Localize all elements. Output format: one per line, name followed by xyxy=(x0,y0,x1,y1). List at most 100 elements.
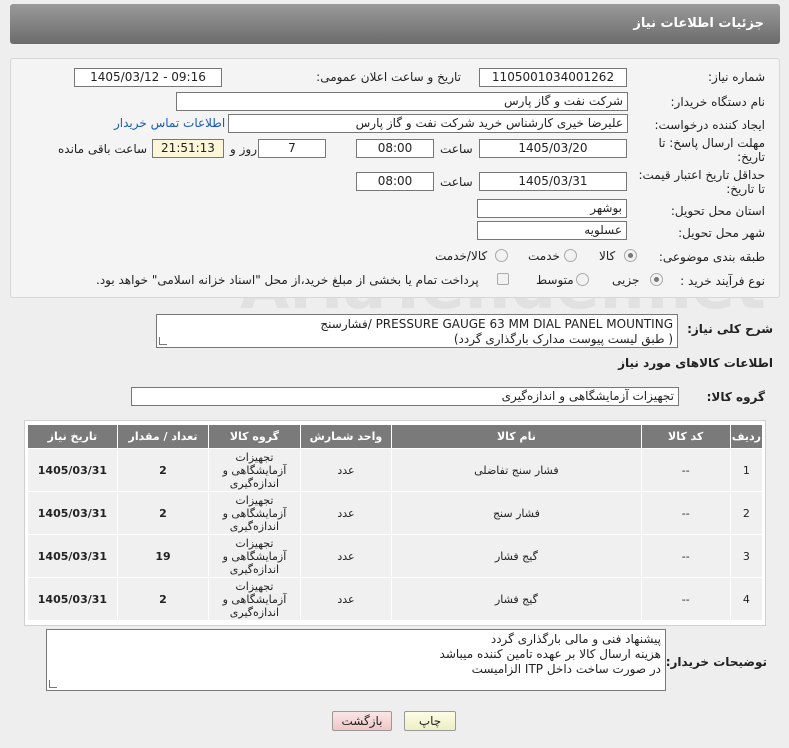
group-line: آزمایشگاهی و xyxy=(222,592,287,606)
cell-unit: عدد xyxy=(299,448,393,492)
summary-label: شرح کلی نیاز: xyxy=(687,322,773,336)
cell-date: 1405/03/31 xyxy=(27,448,118,492)
category-option-goods-service: کالا/خدمت xyxy=(435,249,488,263)
category-radio-service[interactable] xyxy=(564,249,577,262)
category-radio-goods[interactable] xyxy=(624,249,637,262)
group-line: اندازه‌گیری xyxy=(229,605,280,619)
summary-line-2: ( طبق لیست پیوست مدارک بارگذاری گردد) xyxy=(453,332,673,346)
remaining-time-field: 21:51:13 xyxy=(152,139,224,158)
group-line: آزمایشگاهی و xyxy=(222,549,287,563)
validity-label: حداقل تاریخ اعتبار قیمت: xyxy=(638,168,765,182)
cell-qty: 2 xyxy=(116,491,210,535)
province-field: بوشهر xyxy=(477,199,627,218)
category-option-service: خدمت xyxy=(528,249,560,263)
table-row: 1 -- فشار سنج تفاضلی عدد تجهیزات آزمایشگا… xyxy=(27,448,764,492)
summary-line-1: PRESSURE GAUGE 63 MM DIAL PANEL MOUNTING… xyxy=(320,317,673,331)
group-line: آزمایشگاهی و xyxy=(222,463,287,477)
table-header-row: ردیف کد کالا نام کالا واحد شمارش گروه کا… xyxy=(27,424,764,449)
col-header-date: تاریخ نیاز xyxy=(27,424,118,449)
city-label: شهر محل تحویل: xyxy=(678,226,765,240)
remaining-label: ساعت باقی مانده xyxy=(58,142,148,156)
cell-code: -- xyxy=(640,448,731,492)
table-row: 4 -- گیج فشار عدد تجهیزات آزمایشگاهی و اند… xyxy=(27,577,764,621)
cell-group: تجهیزات آزمایشگاهی و اندازه‌گیری xyxy=(208,491,301,535)
buyer-notes-line-2: هزینه ارسال کالا بر عهده تامین کننده میب… xyxy=(439,647,661,661)
group-line: اندازه‌گیری xyxy=(229,476,280,490)
cell-qty: 2 xyxy=(116,577,210,621)
print-button[interactable]: چاپ xyxy=(404,711,456,731)
purchase-option-minor: جزیی xyxy=(612,273,640,287)
cell-date: 1405/03/31 xyxy=(27,534,118,578)
buyer-notes-label: توضیحات خریدار: xyxy=(665,655,767,669)
goods-group-label: گروه کالا: xyxy=(706,390,765,404)
deadline-time-field: 08:00 xyxy=(356,139,434,158)
summary-textarea[interactable]: PRESSURE GAUGE 63 MM DIAL PANEL MOUNTING… xyxy=(156,314,678,348)
cell-name: فشار سنج تفاضلی xyxy=(391,448,642,492)
group-line: تجهیزات xyxy=(235,536,274,550)
resize-grip-icon[interactable] xyxy=(49,680,57,688)
cell-group: تجهیزات آزمایشگاهی و اندازه‌گیری xyxy=(208,577,301,621)
days-field: 7 xyxy=(258,139,326,158)
cell-date: 1405/03/31 xyxy=(27,577,118,621)
need-number-label: شماره نیاز: xyxy=(708,70,765,84)
deadline-label-2: تاریخ: xyxy=(737,150,765,164)
group-line: تجهیزات xyxy=(235,579,274,593)
col-header-index: ردیف xyxy=(729,424,764,449)
validity-date-field: 1405/03/31 xyxy=(479,172,627,191)
resize-grip-icon[interactable] xyxy=(159,337,167,345)
treasury-checkbox[interactable] xyxy=(497,273,509,285)
cell-index: 4 xyxy=(729,577,764,621)
cell-group: تجهیزات آزمایشگاهی و اندازه‌گیری xyxy=(208,534,301,578)
announce-label: تاریخ و ساعت اعلان عمومی: xyxy=(316,70,461,84)
purchase-type-label: نوع فرآیند خرید : xyxy=(680,274,765,288)
cell-name: فشار سنج xyxy=(391,491,642,535)
creator-field: علیرضا خیری کارشناس خرید شرکت نفت و گاز … xyxy=(228,114,628,133)
col-header-qty: تعداد / مقدار xyxy=(116,424,210,449)
buyer-notes-textarea[interactable]: پیشنهاد فنی و مالی بارگذاری گردد هزینه ا… xyxy=(46,629,666,691)
cell-group: تجهیزات آزمایشگاهی و اندازه‌گیری xyxy=(208,448,301,492)
buyer-contact-link[interactable]: اطلاعات تماس خریدار xyxy=(114,116,225,130)
cell-unit: عدد xyxy=(299,577,393,621)
goods-table-container: ردیف کد کالا نام کالا واحد شمارش گروه کا… xyxy=(24,420,766,626)
deadline-date-field: 1405/03/20 xyxy=(479,139,627,158)
cell-qty: 19 xyxy=(116,534,210,578)
goods-section-title: اطلاعات کالاهای مورد نیاز xyxy=(618,356,773,370)
purchase-radio-minor[interactable] xyxy=(650,273,663,286)
category-radio-goods-service[interactable] xyxy=(495,249,508,262)
cell-name: گیج فشار xyxy=(391,534,642,578)
purchase-radio-medium[interactable] xyxy=(576,273,589,286)
col-header-unit: واحد شمارش xyxy=(299,424,393,449)
validity-time-label: ساعت xyxy=(440,175,473,189)
province-label: استان محل تحویل: xyxy=(670,204,765,218)
goods-table: ردیف کد کالا نام کالا واحد شمارش گروه کا… xyxy=(27,424,764,621)
cell-index: 2 xyxy=(729,491,764,535)
cell-index: 3 xyxy=(729,534,764,578)
back-button[interactable]: بازگشت xyxy=(332,711,392,731)
table-row: 2 -- فشار سنج عدد تجهیزات آزمایشگاهی و اند… xyxy=(27,491,764,535)
cell-code: -- xyxy=(640,491,731,535)
category-label: طبقه بندی موضوعی: xyxy=(658,250,765,264)
buyer-org-field: شرکت نفت و گاز پارس xyxy=(176,92,628,111)
purchase-option-medium: متوسط xyxy=(536,273,574,287)
page-title: جزئیات اطلاعات نیاز xyxy=(633,16,764,31)
buyer-notes-line-1: پیشنهاد فنی و مالی بارگذاری گردد xyxy=(490,632,661,646)
cell-unit: عدد xyxy=(299,491,393,535)
group-line: تجهیزات xyxy=(235,450,274,464)
group-line: اندازه‌گیری xyxy=(229,519,280,533)
validity-label-2: تا تاریخ: xyxy=(726,182,765,196)
group-line: تجهیزات xyxy=(235,493,274,507)
city-field: عسلویه xyxy=(477,221,627,240)
days-label: روز و xyxy=(230,142,257,156)
buyer-org-label: نام دستگاه خریدار: xyxy=(670,95,766,109)
deadline-label: مهلت ارسال پاسخ: تا xyxy=(658,136,765,150)
col-header-code: کد کالا xyxy=(640,424,731,449)
need-number-field: 1105001034001262 xyxy=(479,68,627,87)
col-header-group: گروه کالا xyxy=(208,424,301,449)
cell-code: -- xyxy=(640,577,731,621)
announce-field: 1405/03/12 - 09:16 xyxy=(74,68,222,87)
group-line: آزمایشگاهی و xyxy=(222,506,287,520)
payment-note: پرداخت تمام یا بخشی از مبلغ خرید،از محل … xyxy=(96,273,479,287)
validity-time-field: 08:00 xyxy=(356,172,434,191)
group-line: اندازه‌گیری xyxy=(229,562,280,576)
cell-unit: عدد xyxy=(299,534,393,578)
